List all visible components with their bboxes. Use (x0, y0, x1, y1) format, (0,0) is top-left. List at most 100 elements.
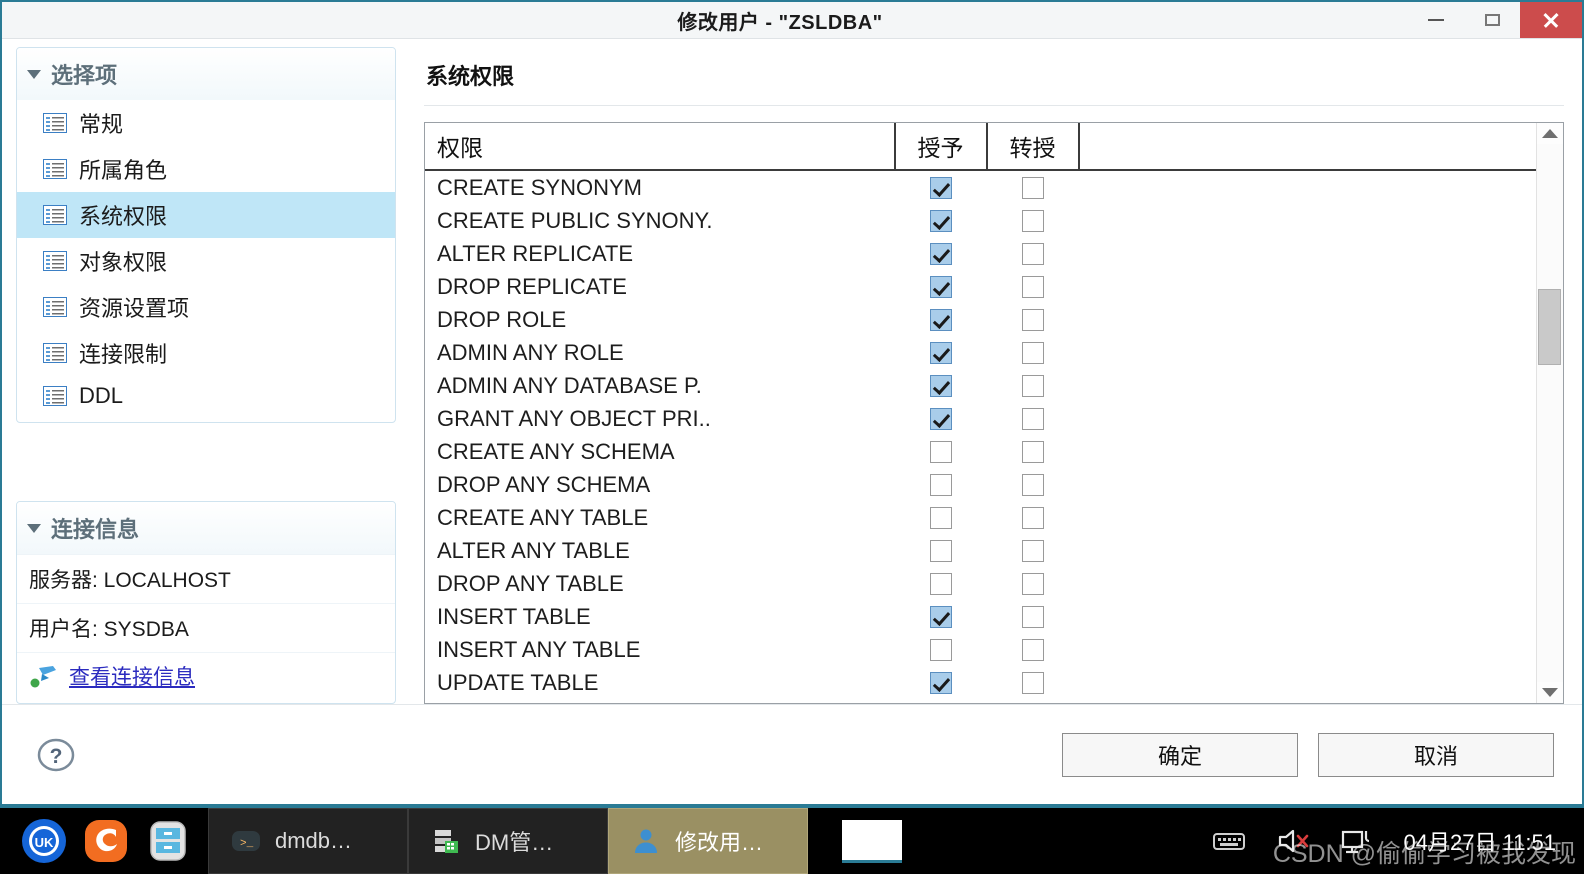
delegate-checkbox[interactable] (1021, 209, 1044, 232)
delegate-checkbox[interactable] (1021, 506, 1044, 529)
delegate-cell[interactable] (987, 407, 1079, 430)
grant-cell[interactable] (895, 407, 987, 430)
delegate-checkbox[interactable] (1021, 176, 1044, 199)
taskbar-item-modify-user[interactable]: 修改用… (608, 808, 808, 874)
table-row[interactable]: CREATE ANY SCHEMA (425, 435, 1536, 468)
sidebar-item-connection-limits[interactable]: 连接限制 (17, 330, 395, 376)
ok-button[interactable]: 确定 (1062, 732, 1298, 777)
table-row[interactable]: CREATE ANY TABLE (425, 501, 1536, 534)
table-row[interactable]: INSERT ANY TABLE (425, 633, 1536, 666)
view-connection-link[interactable]: 查看连接信息 (69, 661, 195, 691)
table-row[interactable]: ADMIN ANY DATABASE P. (425, 369, 1536, 402)
delegate-cell[interactable] (987, 374, 1079, 397)
window-preview-thumbnail[interactable] (842, 819, 902, 863)
table-row[interactable]: GRANT ANY OBJECT PRI.. (425, 402, 1536, 435)
delegate-checkbox[interactable] (1021, 638, 1044, 661)
delegate-checkbox[interactable] (1021, 473, 1044, 496)
sidebar-item-object-privileges[interactable]: 对象权限 (17, 238, 395, 284)
grant-cell[interactable] (895, 341, 987, 364)
grant-checkbox[interactable] (929, 671, 952, 694)
volume-muted-icon[interactable] (1276, 826, 1310, 856)
table-row[interactable]: INSERT TABLE (425, 600, 1536, 633)
taskbar-item-dmdb[interactable]: >_ dmdb… (208, 808, 408, 874)
delegate-cell[interactable] (987, 308, 1079, 331)
table-row[interactable]: DROP REPLICATE (425, 270, 1536, 303)
scrollbar-track[interactable] (1537, 144, 1563, 682)
grant-cell[interactable] (895, 176, 987, 199)
delegate-cell[interactable] (987, 440, 1079, 463)
delegate-checkbox[interactable] (1021, 275, 1044, 298)
table-row[interactable]: ALTER REPLICATE (425, 237, 1536, 270)
delegate-cell[interactable] (987, 473, 1079, 496)
grant-cell[interactable] (895, 209, 987, 232)
grant-cell[interactable] (895, 275, 987, 298)
sidebar-item-roles[interactable]: 所属角色 (17, 146, 395, 192)
sidebar-item-general[interactable]: 常规 (17, 100, 395, 146)
help-icon[interactable]: ? (36, 735, 76, 775)
grant-cell[interactable] (895, 671, 987, 694)
delegate-cell[interactable] (987, 341, 1079, 364)
delegate-cell[interactable] (987, 539, 1079, 562)
delegate-checkbox[interactable] (1021, 407, 1044, 430)
grant-checkbox[interactable] (929, 374, 952, 397)
grant-checkbox[interactable] (929, 605, 952, 628)
cancel-button[interactable]: 取消 (1318, 732, 1554, 777)
vertical-scrollbar[interactable] (1536, 123, 1563, 703)
options-group-header[interactable]: 选择项 (17, 48, 395, 100)
taskbar-item-dm-manager[interactable]: DM管… (408, 808, 608, 874)
maximize-button[interactable] (1464, 2, 1520, 38)
grant-cell[interactable] (895, 539, 987, 562)
grant-cell[interactable] (895, 473, 987, 496)
grant-checkbox[interactable] (929, 506, 952, 529)
grant-checkbox[interactable] (929, 572, 952, 595)
connection-group-header[interactable]: 连接信息 (17, 502, 395, 554)
delegate-checkbox[interactable] (1021, 671, 1044, 694)
grant-checkbox[interactable] (929, 407, 952, 430)
scrollbar-thumb[interactable] (1538, 289, 1561, 365)
delegate-checkbox[interactable] (1021, 242, 1044, 265)
delegate-cell[interactable] (987, 605, 1079, 628)
view-connection-row[interactable]: 查看连接信息 (17, 652, 395, 703)
delegate-checkbox[interactable] (1021, 572, 1044, 595)
table-row[interactable]: CREATE SYNONYM (425, 171, 1536, 204)
grant-checkbox[interactable] (929, 209, 952, 232)
grant-cell[interactable] (895, 242, 987, 265)
table-row[interactable]: DROP ANY SCHEMA (425, 468, 1536, 501)
delegate-checkbox[interactable] (1021, 539, 1044, 562)
grant-checkbox[interactable] (929, 440, 952, 463)
grant-checkbox[interactable] (929, 638, 952, 661)
grant-cell[interactable] (895, 605, 987, 628)
grant-cell[interactable] (895, 374, 987, 397)
delegate-cell[interactable] (987, 242, 1079, 265)
grant-cell[interactable] (895, 440, 987, 463)
sidebar-item-resource-settings[interactable]: 资源设置项 (17, 284, 395, 330)
table-row[interactable]: DROP ROLE (425, 303, 1536, 336)
delegate-cell[interactable] (987, 209, 1079, 232)
grant-cell[interactable] (895, 638, 987, 661)
ukui-start-icon[interactable]: UK (20, 817, 68, 865)
delegate-cell[interactable] (987, 572, 1079, 595)
grant-checkbox[interactable] (929, 242, 952, 265)
table-row[interactable]: CREATE PUBLIC SYNONY. (425, 204, 1536, 237)
delegate-cell[interactable] (987, 506, 1079, 529)
delegate-checkbox[interactable] (1021, 605, 1044, 628)
grant-checkbox[interactable] (929, 308, 952, 331)
close-button[interactable] (1520, 2, 1582, 38)
delegate-cell[interactable] (987, 638, 1079, 661)
display-icon[interactable] (1340, 826, 1374, 856)
table-row[interactable]: UPDATE TABLE (425, 666, 1536, 699)
delegate-checkbox[interactable] (1021, 440, 1044, 463)
scroll-up-icon[interactable] (1542, 129, 1558, 138)
minimize-button[interactable] (1408, 2, 1464, 38)
delegate-cell[interactable] (987, 671, 1079, 694)
grant-cell[interactable] (895, 572, 987, 595)
sidebar-item-system-privileges[interactable]: 系统权限 (17, 192, 395, 238)
grant-checkbox[interactable] (929, 539, 952, 562)
grant-cell[interactable] (895, 308, 987, 331)
scroll-down-icon[interactable] (1542, 688, 1558, 697)
grant-checkbox[interactable] (929, 176, 952, 199)
keyboard-icon[interactable] (1212, 826, 1246, 856)
table-row[interactable]: DROP ANY TABLE (425, 567, 1536, 600)
delegate-checkbox[interactable] (1021, 341, 1044, 364)
sidebar-item-ddl[interactable]: DDL (17, 376, 395, 416)
